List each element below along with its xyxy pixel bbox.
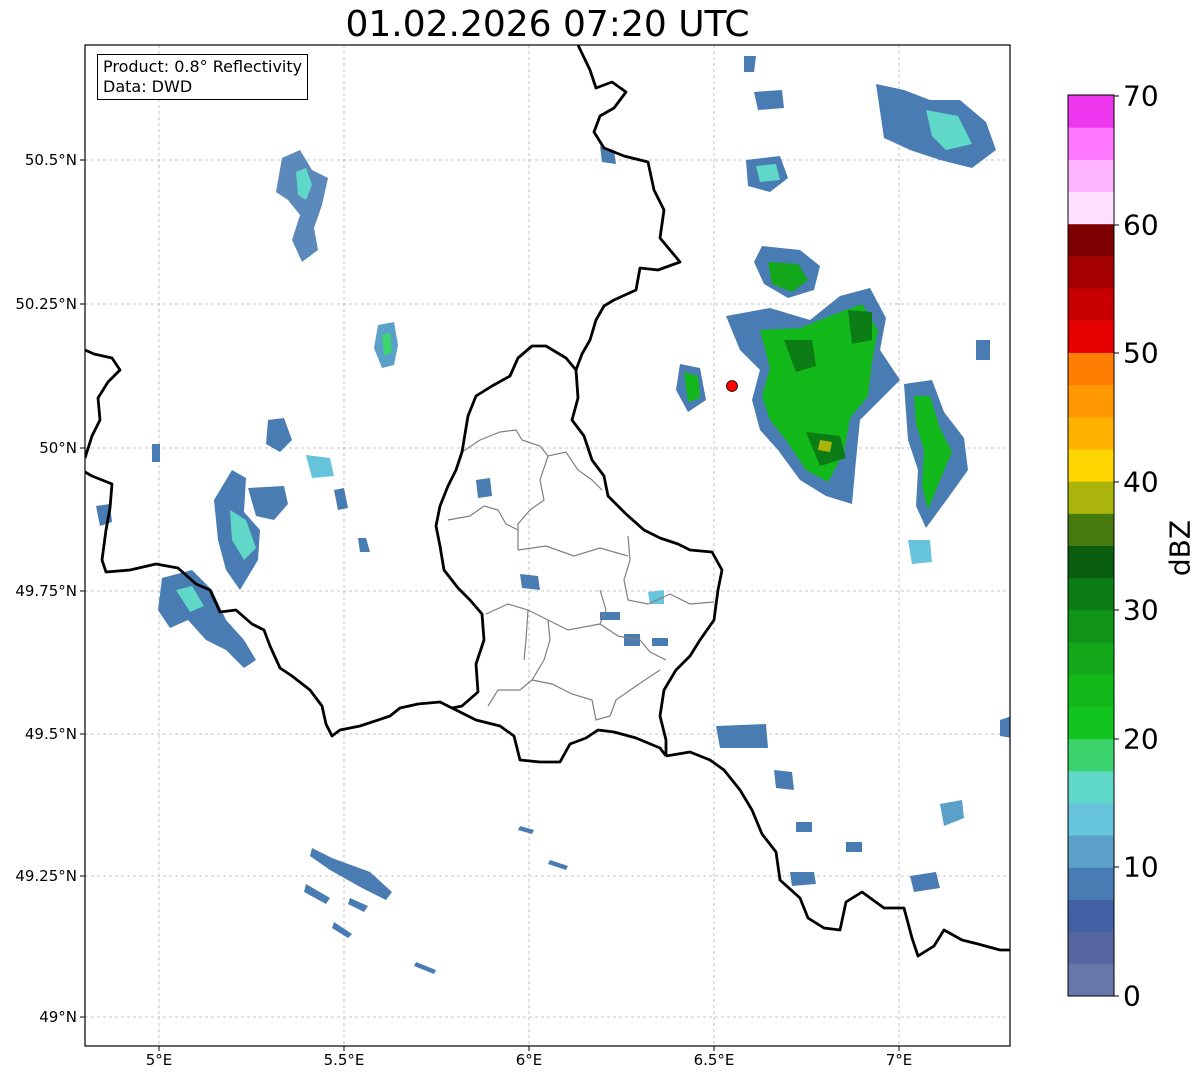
colorbar-segment xyxy=(1068,867,1114,900)
colorbar-segment xyxy=(1068,255,1114,289)
echo-cell xyxy=(334,488,348,510)
echo-cell xyxy=(648,590,664,604)
colorbar-tick-label: 30 xyxy=(1123,593,1159,627)
colorbar-tick-label: 50 xyxy=(1123,336,1159,370)
echo-cell xyxy=(310,848,392,900)
echo-cell xyxy=(848,310,872,344)
colorbar-tick-label: 40 xyxy=(1123,465,1159,499)
colorbar-tick-label: 20 xyxy=(1123,722,1159,756)
colorbar-segment xyxy=(1068,706,1114,740)
colorbar-segment xyxy=(1068,674,1114,707)
colorbar-segment xyxy=(1068,770,1114,804)
colorbar-segment xyxy=(1068,835,1114,868)
echo-cell xyxy=(358,538,370,552)
colorbar-segment xyxy=(1068,899,1114,933)
colorbar-segment xyxy=(1068,288,1114,321)
lon-tick-label: 6°E xyxy=(515,1051,543,1069)
colorbar-segment xyxy=(1068,448,1114,482)
lat-tick-label: 50.25°N xyxy=(15,295,77,313)
colorbar-tick-label: 10 xyxy=(1123,850,1159,884)
colorbar-tick-label: 70 xyxy=(1123,79,1159,113)
echo-cell xyxy=(940,800,964,826)
echo-cell xyxy=(476,478,492,498)
lon-tick-label: 6.5°E xyxy=(693,1051,735,1069)
echo-cell xyxy=(276,150,328,262)
echo-cell xyxy=(754,90,784,110)
echo-cell xyxy=(908,540,932,564)
lat-tick-label: 49.75°N xyxy=(15,582,77,600)
colorbar-segment xyxy=(1068,963,1114,997)
colorbar-segment xyxy=(1068,223,1114,257)
colorbar-segment xyxy=(1068,384,1114,418)
lat-tick-label: 50°N xyxy=(39,439,77,457)
colorbar-tick-label: 60 xyxy=(1123,208,1159,242)
echo-cell xyxy=(248,486,288,520)
colorbar-unit-label: dBZ xyxy=(1163,519,1197,577)
colorbar-segment xyxy=(1068,320,1114,353)
echo-cell xyxy=(306,455,334,478)
echo-cell xyxy=(774,770,794,790)
echo-cell xyxy=(652,638,668,646)
echo-cell xyxy=(818,440,832,452)
lon-tick-label: 5.5°E xyxy=(323,1051,365,1069)
colorbar xyxy=(1068,95,1114,997)
radar-site-marker xyxy=(726,380,738,392)
colorbar-segment xyxy=(1068,931,1114,965)
echo-cell xyxy=(976,340,990,360)
colorbar-segment xyxy=(1068,352,1114,386)
radar-echoes xyxy=(96,56,1010,974)
colorbar-segment xyxy=(1068,159,1114,193)
echo-cell xyxy=(304,884,330,904)
radar-map xyxy=(80,44,1119,1051)
echo-cell xyxy=(910,872,940,892)
echo-cell xyxy=(716,724,768,748)
product-info-box: Product: 0.8° Reflectivity Data: DWD xyxy=(97,54,309,100)
lat-tick-label: 49.5°N xyxy=(24,725,77,743)
colorbar-segment xyxy=(1068,481,1114,514)
lon-tick-label: 7°E xyxy=(885,1051,913,1069)
echo-cell xyxy=(152,444,160,462)
colorbar-tick-label: 0 xyxy=(1123,979,1141,1013)
echo-cell xyxy=(756,164,780,182)
echo-cell xyxy=(790,872,816,886)
colorbar-segment xyxy=(1068,191,1114,225)
echo-cell xyxy=(518,826,534,834)
colorbar-segment xyxy=(1068,127,1114,160)
lat-tick-label: 49°N xyxy=(39,1008,77,1026)
echo-cell xyxy=(796,822,812,832)
echo-cell xyxy=(520,574,540,590)
echo-cell xyxy=(348,898,368,912)
colorbar-segment xyxy=(1068,545,1114,579)
echo-cell xyxy=(744,56,756,72)
lon-tick-label: 5°E xyxy=(145,1051,173,1069)
data-source-label: Data: DWD xyxy=(103,77,193,96)
colorbar-segment xyxy=(1068,513,1114,546)
colorbar-segment xyxy=(1068,609,1114,643)
echo-cell xyxy=(548,860,568,870)
product-label: Product: 0.8° Reflectivity xyxy=(103,57,303,76)
regional-borders xyxy=(447,429,715,721)
echo-cell xyxy=(332,922,352,938)
colorbar-segment xyxy=(1068,802,1114,836)
colorbar-segment xyxy=(1068,738,1114,772)
colorbar-segment xyxy=(1068,577,1114,611)
lat-tick-label: 49.25°N xyxy=(15,867,77,885)
echo-cell xyxy=(846,842,862,852)
colorbar-segment xyxy=(1068,642,1114,675)
echo-cell xyxy=(266,418,292,452)
colorbar-segment xyxy=(1068,95,1114,128)
lat-tick-label: 50.5°N xyxy=(24,151,77,169)
colorbar-segment xyxy=(1068,416,1114,450)
echo-cell xyxy=(414,962,436,974)
